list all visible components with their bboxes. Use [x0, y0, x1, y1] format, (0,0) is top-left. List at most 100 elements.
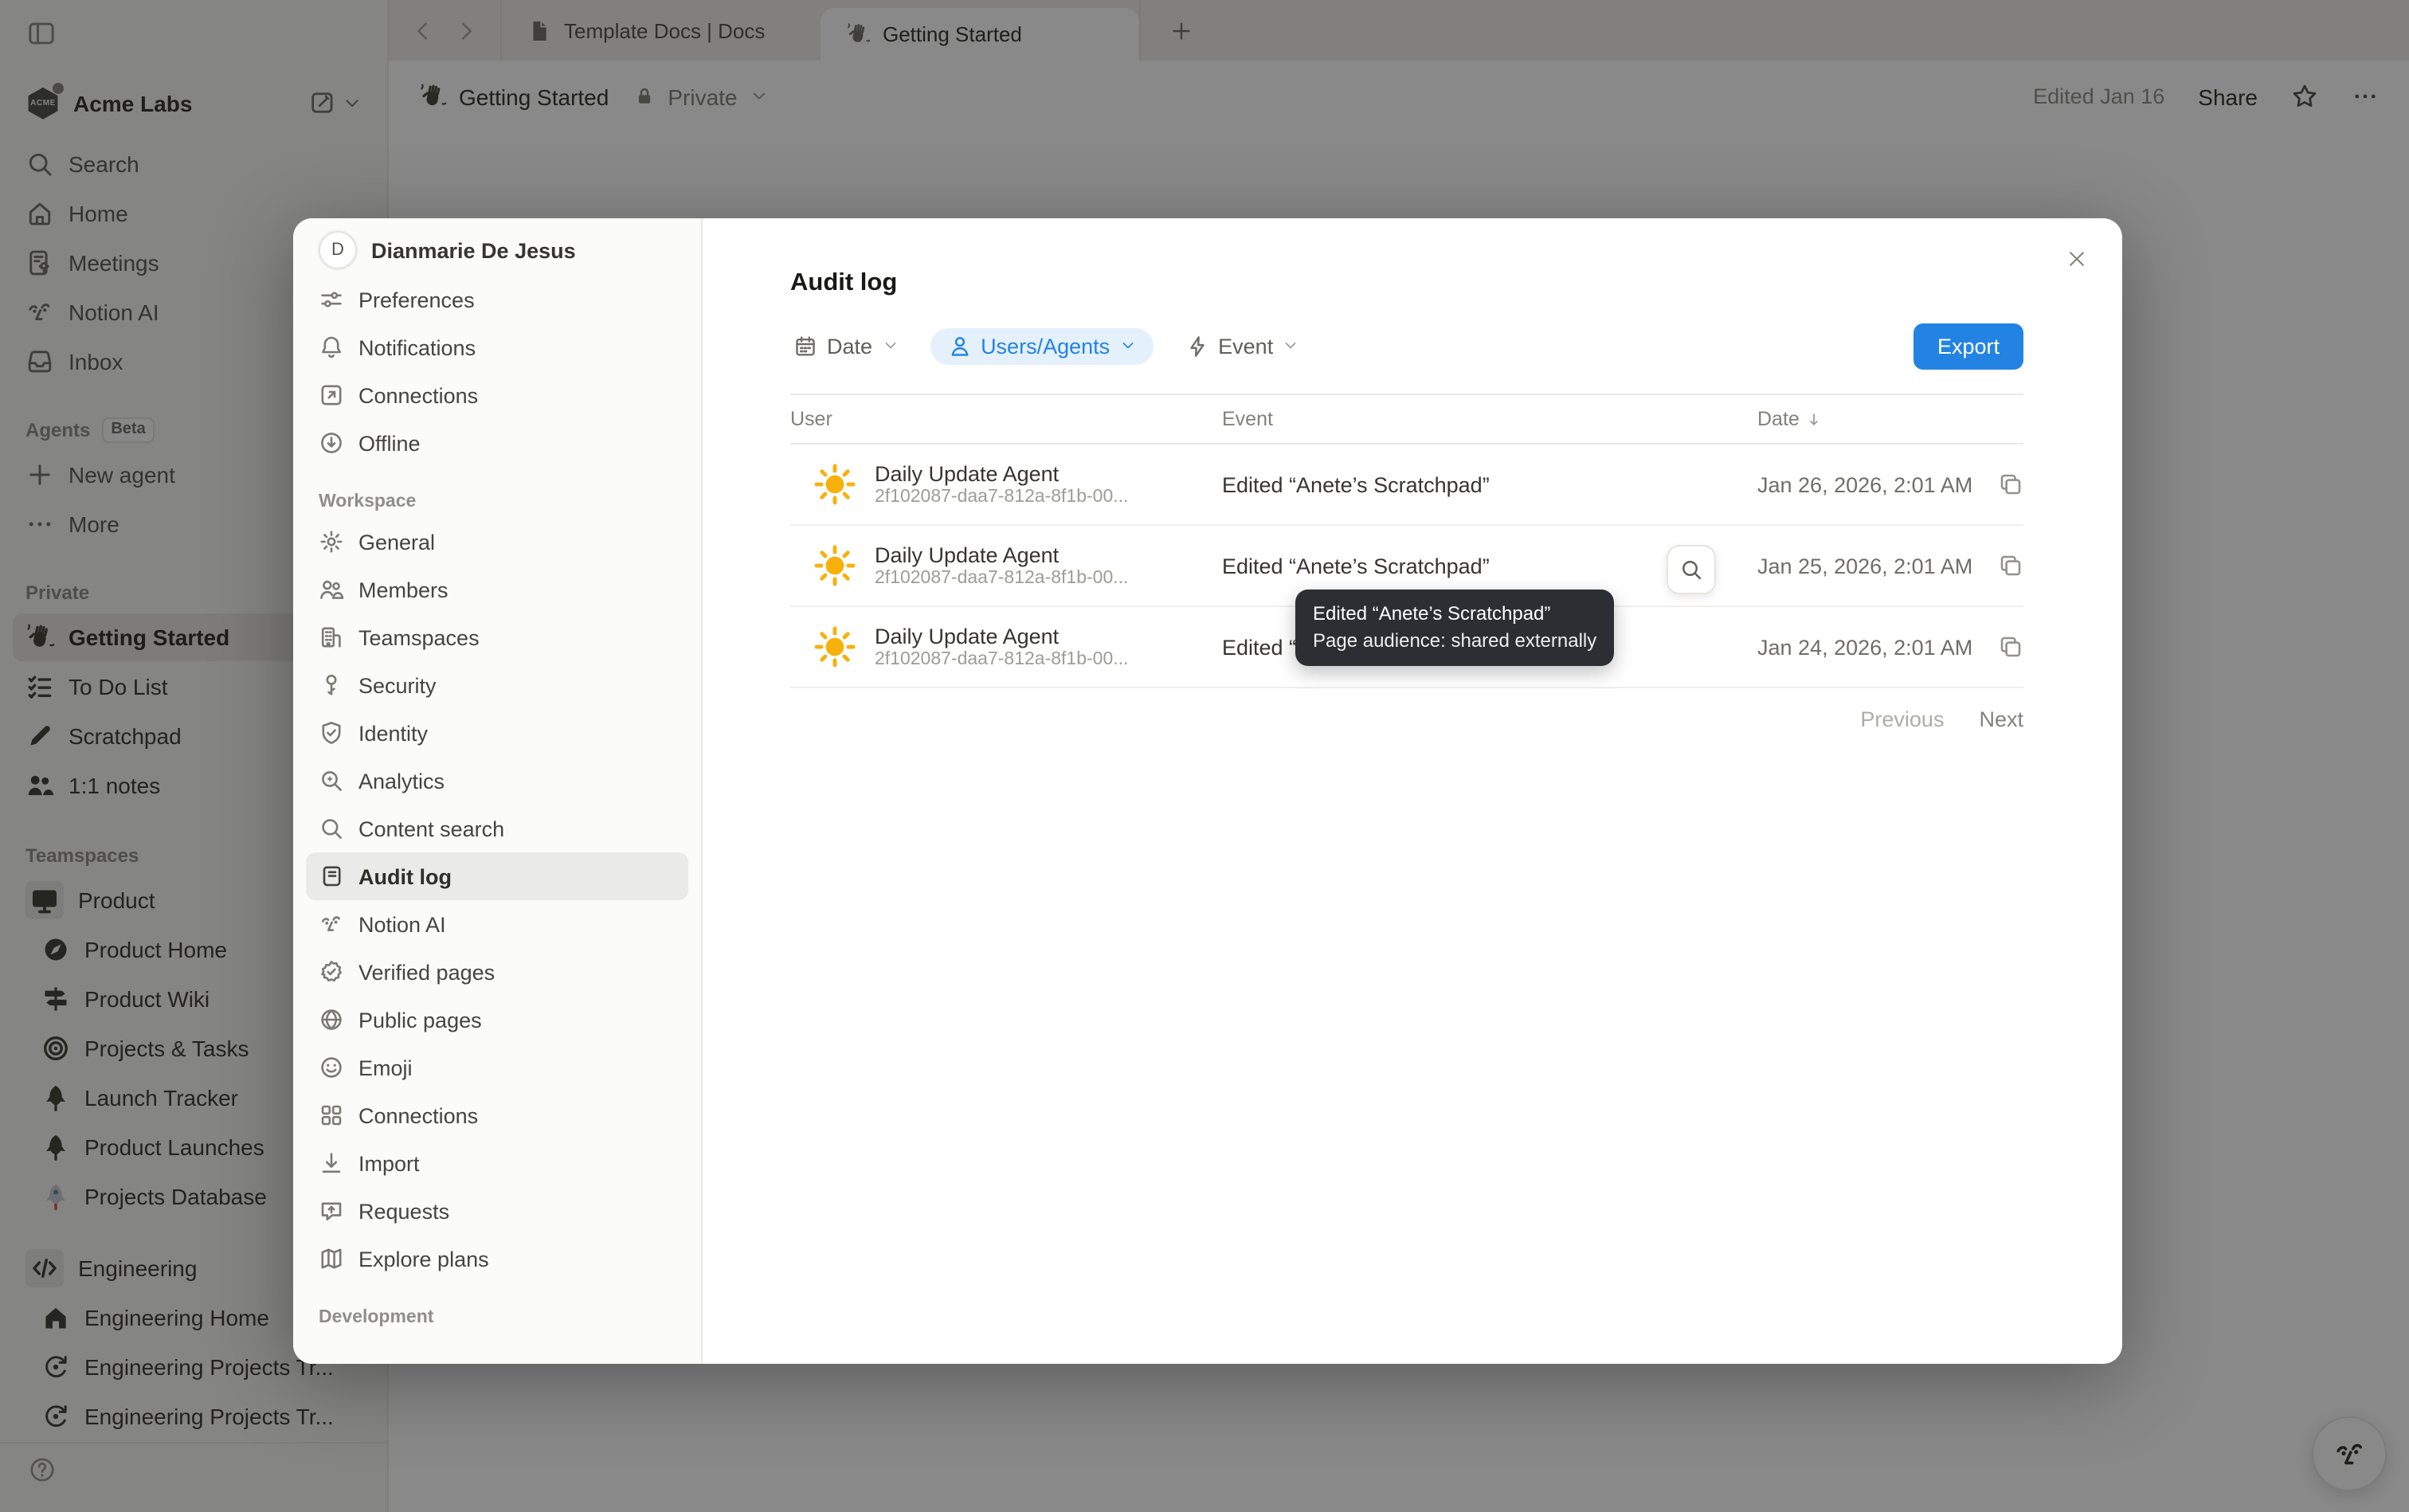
shield-check-icon — [319, 720, 344, 746]
filter-label: Users/Agents — [981, 334, 1110, 358]
settings-nav-item[interactable]: Identity — [306, 709, 688, 757]
settings-nav-label: Public pages — [358, 1008, 482, 1032]
copy-icon[interactable] — [1998, 553, 2023, 578]
search-sparkle-icon — [319, 768, 344, 793]
settings-nav-item[interactable]: Preferences — [306, 276, 688, 323]
settings-nav-item[interactable]: General — [306, 518, 688, 566]
filter-button[interactable]: Event — [1181, 327, 1302, 364]
event-date: Jan 24, 2026, 2:01 AM — [1757, 635, 1972, 659]
chevron-down-icon — [1119, 338, 1135, 354]
event-description: Edited “Anete’s Scratchpad” — [1222, 554, 1490, 578]
settings-nav-item[interactable]: Audit log — [306, 852, 688, 900]
agent-name: Daily Update Agent — [875, 625, 1128, 648]
chevron-down-icon — [1283, 338, 1299, 354]
chevron-down-icon — [882, 338, 898, 354]
download-circle-icon — [319, 430, 344, 456]
agent-id: 2f102087-daa7-812a-8f1b-00... — [875, 569, 1128, 588]
close-button[interactable] — [2058, 241, 2094, 276]
column-header-date[interactable]: Date — [1757, 408, 2023, 430]
settings-nav-label: Connections — [358, 383, 478, 407]
settings-nav-label: Teamspaces — [358, 625, 480, 649]
event-date: Jan 26, 2026, 2:01 AM — [1757, 472, 1972, 496]
settings-nav-label: Content search — [358, 817, 504, 840]
event-tooltip: Edited “Anete’s Scratchpad” Page audienc… — [1295, 590, 1614, 666]
table-header: User Event Date — [790, 394, 2023, 445]
key-icon — [319, 672, 344, 698]
search-icon — [319, 816, 344, 841]
agent-id: 2f102087-daa7-812a-8f1b-00... — [875, 650, 1128, 669]
column-header-event[interactable]: Event — [1222, 408, 1757, 430]
smile-icon — [319, 1055, 344, 1080]
settings-nav-label: Import — [358, 1151, 420, 1175]
lightning-icon — [1185, 334, 1208, 358]
account-name: Dianmarie De Jesus — [371, 238, 576, 262]
request-icon — [319, 1198, 344, 1224]
settings-nav-item[interactable]: Explore plans — [306, 1235, 688, 1283]
gear-icon — [319, 529, 344, 554]
account-item[interactable]: D Dianmarie De Jesus — [306, 225, 688, 276]
settings-nav-item[interactable]: Content search — [306, 805, 688, 852]
settings-nav-item[interactable]: Members — [306, 566, 688, 613]
settings-nav-item[interactable]: Notifications — [306, 323, 688, 371]
export-button[interactable]: Export — [1913, 323, 2023, 369]
settings-modal: D Dianmarie De Jesus Preferences Notific… — [293, 218, 2122, 1364]
filter-label: Date — [827, 334, 872, 358]
settings-nav-label: Verified pages — [358, 960, 495, 984]
workspace-section-label: Workspace — [306, 492, 688, 511]
globe-icon — [319, 1007, 344, 1032]
tooltip-line2: Page audience: shared externally — [1313, 628, 1596, 655]
settings-nav-item[interactable]: Security — [306, 661, 688, 709]
settings-nav-item[interactable]: Import — [306, 1139, 688, 1187]
copy-icon[interactable] — [1998, 634, 2023, 660]
settings-nav-item[interactable]: Analytics — [306, 757, 688, 805]
scroll-icon — [319, 864, 344, 889]
ai-face-icon — [319, 911, 344, 937]
settings-nav-item[interactable]: Connections — [306, 1091, 688, 1139]
settings-nav-item[interactable]: Teamspaces — [306, 613, 688, 661]
settings-nav-item[interactable]: Requests — [306, 1187, 688, 1235]
settings-nav-label: Members — [358, 578, 449, 601]
copy-icon[interactable] — [1998, 472, 2023, 497]
table-row[interactable]: Daily Update Agent 2f102087-daa7-812a-8f… — [790, 445, 2023, 526]
settings-nav-item[interactable]: Notion AI — [306, 900, 688, 948]
settings-content: Audit log Date Users/Agents — [703, 218, 2122, 1364]
filter-button[interactable]: Users/Agents — [930, 327, 1153, 364]
next-page-button[interactable]: Next — [1979, 707, 2023, 731]
badge-check-icon — [319, 959, 344, 985]
tooltip-line1: Edited “Anete’s Scratchpad” — [1313, 601, 1596, 628]
filter-label: Event — [1218, 334, 1273, 358]
settings-nav-label: Connections — [358, 1103, 478, 1127]
settings-nav-label: Analytics — [358, 769, 445, 793]
link-box-icon — [319, 382, 344, 408]
sort-descending-icon — [1806, 410, 1823, 428]
filter-bar: Date Users/Agents Event Export — [790, 323, 2023, 368]
sun-agent-avatar-icon — [814, 545, 856, 586]
settings-nav-item[interactable]: Offline — [306, 419, 688, 467]
settings-nav-label: Identity — [358, 721, 428, 745]
settings-nav: D Dianmarie De Jesus Preferences Notific… — [293, 218, 703, 1364]
settings-nav-item[interactable]: Emoji — [306, 1044, 688, 1091]
filter-button[interactable]: Date — [790, 327, 901, 364]
settings-nav-label: Notifications — [358, 335, 476, 359]
map-icon — [319, 1246, 344, 1271]
settings-nav-item[interactable]: Connections — [306, 371, 688, 419]
sun-agent-avatar-icon — [814, 626, 856, 668]
close-icon — [2066, 248, 2086, 268]
members-icon — [319, 577, 344, 602]
event-date: Jan 25, 2026, 2:01 AM — [1757, 554, 1972, 578]
settings-nav-label: Explore plans — [358, 1247, 489, 1271]
person-icon — [947, 334, 971, 358]
search-icon — [1679, 558, 1703, 582]
row-search-button[interactable] — [1667, 545, 1716, 594]
settings-nav-item[interactable]: Verified pages — [306, 948, 688, 996]
column-header-user[interactable]: User — [790, 408, 1222, 430]
settings-nav-item[interactable]: Public pages — [306, 996, 688, 1044]
previous-page-button[interactable]: Previous — [1860, 707, 1944, 731]
settings-nav-label: Notion AI — [358, 912, 446, 936]
development-section-label: Development — [306, 1308, 688, 1327]
settings-nav-label: Emoji — [358, 1056, 413, 1079]
account-settings-list: Preferences Notifications Connections Of… — [306, 276, 688, 467]
building-icon — [319, 625, 344, 650]
calendar-icon — [793, 334, 817, 358]
sun-agent-avatar-icon — [814, 464, 856, 505]
